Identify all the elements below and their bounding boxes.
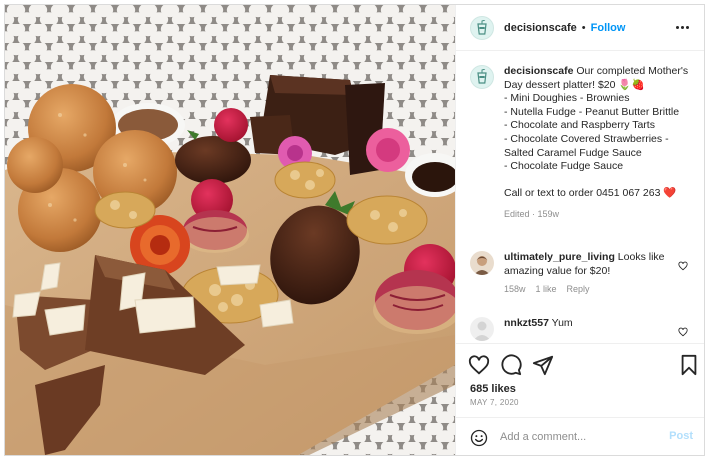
- action-bar: [456, 343, 704, 383]
- reply-button[interactable]: Reply: [567, 284, 590, 294]
- comment-like-icon[interactable]: [678, 327, 688, 337]
- more-options-icon[interactable]: [675, 19, 693, 35]
- author-avatar[interactable]: [470, 15, 494, 40]
- comment-age[interactable]: 158w: [504, 284, 526, 294]
- caption-avatar[interactable]: [470, 65, 494, 89]
- comments-section[interactable]: decisionscafe Our completed Mother's Day…: [456, 51, 704, 343]
- post-date: MAY 7, 2020: [470, 398, 519, 407]
- comment-meta: 158w 1 like Reply: [504, 284, 698, 294]
- comment-username[interactable]: ultimately_pure_living: [504, 251, 615, 263]
- avatar-photo: [470, 251, 494, 275]
- post-details-panel: decisionscafe • Follow decisionscafe Our…: [455, 5, 704, 455]
- comment-item: nnkzt557 Yum: [470, 317, 698, 341]
- commenter-avatar[interactable]: [470, 317, 494, 341]
- dessert-platter-photo: [5, 5, 455, 455]
- caption-meta: Edited · 159w: [504, 208, 560, 219]
- caption-text: decisionscafe Our completed Mother's Day…: [504, 65, 692, 201]
- default-avatar-icon: [470, 317, 494, 341]
- comment-username[interactable]: nnkzt557: [504, 317, 549, 329]
- drink-cup-icon: [477, 19, 487, 35]
- caption-body: Our completed Mother's Day dessert platt…: [504, 65, 689, 200]
- follow-button[interactable]: Follow: [591, 22, 626, 34]
- post-header: decisionscafe • Follow: [456, 5, 704, 51]
- author-username[interactable]: decisionscafe: [504, 22, 577, 34]
- commenter-avatar[interactable]: [470, 251, 494, 275]
- comment-item: ultimately_pure_living Looks like amazin…: [470, 251, 698, 294]
- separator-dot: •: [581, 21, 586, 34]
- caption-username[interactable]: decisionscafe: [504, 65, 573, 77]
- bookmark-icon[interactable]: [678, 354, 700, 376]
- post-image[interactable]: [5, 5, 455, 455]
- comment-input[interactable]: [500, 427, 660, 447]
- post-card: decisionscafe • Follow decisionscafe Our…: [4, 4, 705, 456]
- heart-icon[interactable]: [468, 354, 490, 376]
- comment-text: ultimately_pure_living Looks like amazin…: [504, 251, 679, 278]
- comment-icon[interactable]: [500, 354, 522, 376]
- likes-count[interactable]: 685 likes: [470, 383, 516, 395]
- post-comment-button[interactable]: Post: [669, 430, 693, 442]
- comment-body: Yum: [551, 317, 573, 329]
- share-icon[interactable]: [532, 354, 554, 376]
- caption: decisionscafe Our completed Mother's Day…: [470, 65, 692, 219]
- add-comment-bar: Post: [456, 417, 704, 455]
- drink-cup-icon: [477, 69, 487, 84]
- comment-text: nnkzt557 Yum: [504, 317, 679, 331]
- emoji-icon[interactable]: [470, 429, 488, 447]
- comment-like-icon[interactable]: [678, 261, 688, 271]
- comment-likes[interactable]: 1 like: [536, 284, 557, 294]
